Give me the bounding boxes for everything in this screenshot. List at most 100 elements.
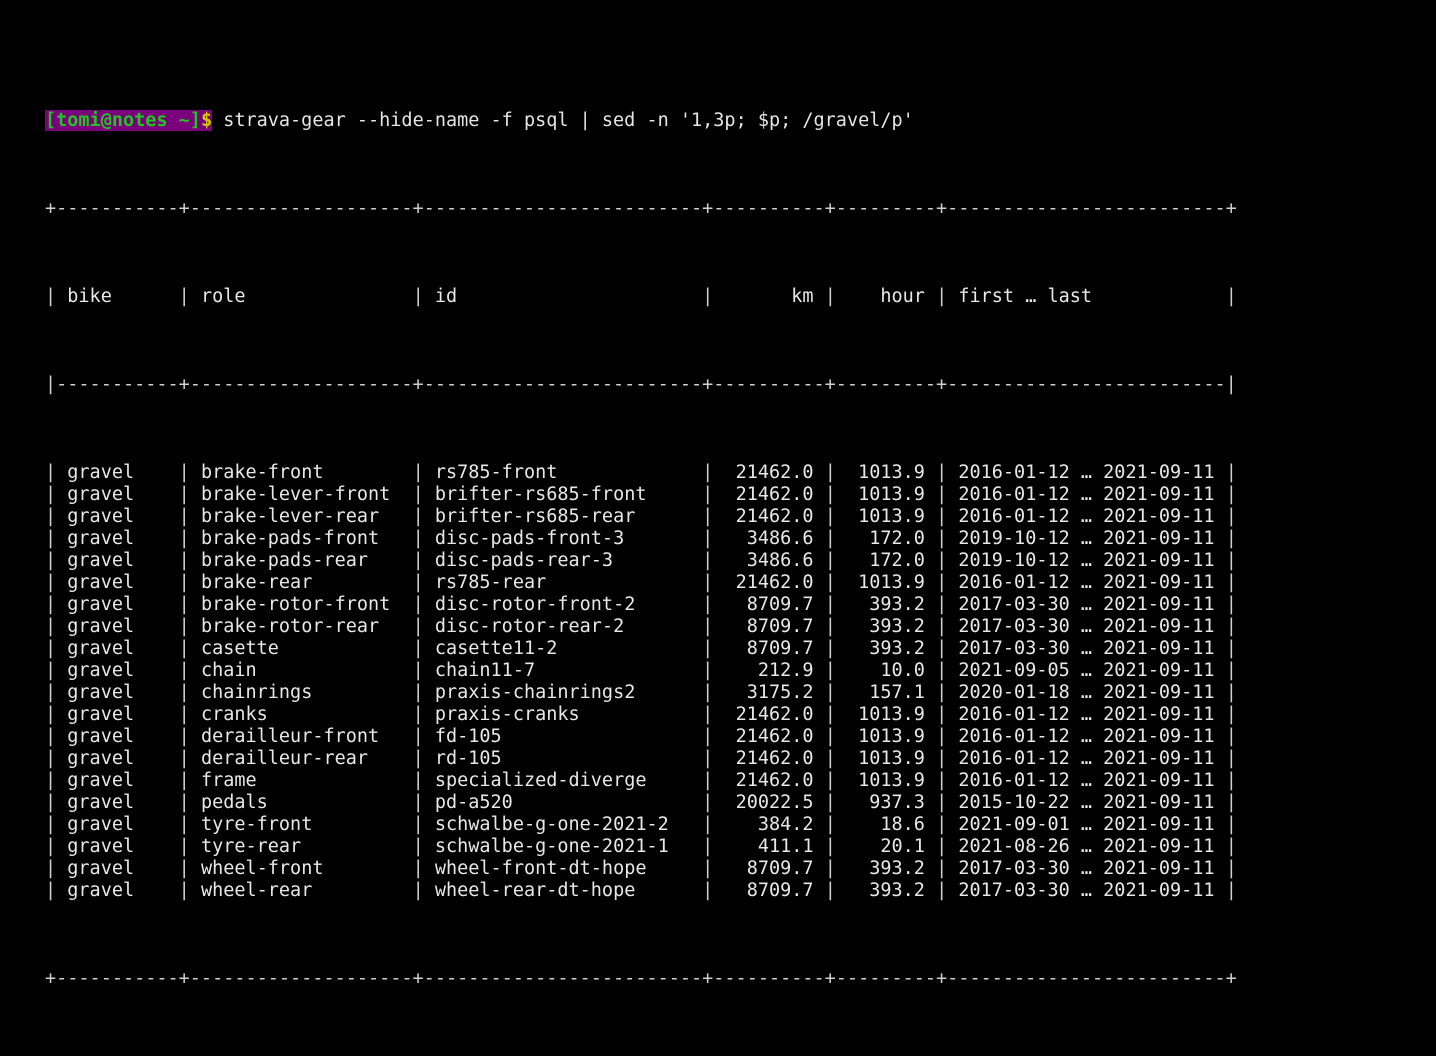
table-cell-role: wheel-rear <box>189 880 413 901</box>
table-cell-bike: gravel <box>56 550 179 571</box>
table-cell-bike: gravel <box>56 682 179 703</box>
table-cell-role: casette <box>189 638 413 659</box>
table-cell-role: brake-front <box>189 462 413 483</box>
table-row: | gravel | wheel-rear | wheel-rear-dt-ho… <box>45 880 1237 902</box>
table-cell-id: wheel-front-dt-hope <box>423 858 703 879</box>
column-separator: | <box>936 880 948 901</box>
column-separator: | <box>45 682 57 703</box>
column-separator: | <box>412 726 424 747</box>
table-cell-id: disc-pads-rear-3 <box>423 550 703 571</box>
table-bottom-border: +-----------+--------------------+------… <box>45 968 1237 989</box>
column-separator: | <box>45 528 57 549</box>
table-cell-bike: gravel <box>56 748 179 769</box>
column-separator: | <box>824 616 836 637</box>
column-separator: | <box>936 748 948 769</box>
table-body: | gravel | brake-front | rs785-front | 2… <box>45 462 1237 902</box>
table-cell-role: frame <box>189 770 413 791</box>
table-row: | gravel | wheel-front | wheel-front-dt-… <box>45 858 1237 880</box>
table-cell-hour: 1013.9 <box>835 704 937 725</box>
table-cell-bike: gravel <box>56 880 179 901</box>
table-cell-range: 2019-10-12 … 2021-09-11 <box>947 550 1226 571</box>
column-separator: | <box>412 462 424 483</box>
table-cell-km: 8709.7 <box>713 880 825 901</box>
table-cell-km: 21462.0 <box>713 572 825 593</box>
column-separator: | <box>178 528 190 549</box>
column-separator: | <box>1225 550 1237 571</box>
terminal-screen: [tomi@notes ~]$ strava-gear --hide-name … <box>45 44 1237 1056</box>
table-cell-range: 2021-09-01 … 2021-09-11 <box>947 814 1226 835</box>
table-cell-km: 3486.6 <box>713 550 825 571</box>
column-separator: | <box>178 506 190 527</box>
table-row: | gravel | brake-rotor-front | disc-roto… <box>45 594 1237 616</box>
column-separator: | <box>1225 484 1237 505</box>
table-cell-range: 2016-01-12 … 2021-09-11 <box>947 506 1226 527</box>
table-cell-bike: gravel <box>56 594 179 615</box>
column-separator: | <box>178 550 190 571</box>
column-separator: | <box>412 748 424 769</box>
table-cell-bike: gravel <box>56 836 179 857</box>
table-cell-hour: 1013.9 <box>835 770 937 791</box>
column-separator: | <box>178 880 190 901</box>
column-separator: | <box>824 880 836 901</box>
table-row: | gravel | frame | specialized-diverge |… <box>45 770 1237 792</box>
table-cell-range: 2021-09-05 … 2021-09-11 <box>947 660 1226 681</box>
column-separator: | <box>936 726 948 747</box>
column-separator: | <box>936 484 948 505</box>
column-separator: | <box>702 682 714 703</box>
column-separator: | <box>178 726 190 747</box>
table-cell-hour: 157.1 <box>835 682 937 703</box>
table-cell-role: brake-rear <box>189 572 413 593</box>
column-separator: | <box>178 836 190 857</box>
column-separator: | <box>45 484 57 505</box>
table-cell-hour: 172.0 <box>835 528 937 549</box>
column-separator: | <box>178 462 190 483</box>
column-separator: | <box>412 836 424 857</box>
column-separator: | <box>412 594 424 615</box>
table-cell-id: disc-rotor-rear-2 <box>423 616 703 637</box>
table-row: | gravel | brake-lever-rear | brifter-rs… <box>45 506 1237 528</box>
column-separator: | <box>412 814 424 835</box>
column-separator: | <box>824 682 836 703</box>
column-separator: | <box>1225 814 1237 835</box>
column-separator: | <box>702 638 714 659</box>
column-separator: | <box>936 616 948 637</box>
table-cell-id: specialized-diverge <box>423 770 703 791</box>
table-cell-km: 21462.0 <box>713 506 825 527</box>
table-cell-range: 2016-01-12 … 2021-09-11 <box>947 726 1226 747</box>
command-string: strava-gear --hide-name -f psql | sed -n… <box>223 110 914 131</box>
table-cell-bike: gravel <box>56 528 179 549</box>
table-cell-km: 3175.2 <box>713 682 825 703</box>
table-cell-role: brake-pads-rear <box>189 550 413 571</box>
table-cell-role: derailleur-rear <box>189 748 413 769</box>
column-separator: | <box>1225 748 1237 769</box>
table-cell-bike: gravel <box>56 638 179 659</box>
table-cell-role: wheel-front <box>189 858 413 879</box>
column-separator: | <box>178 572 190 593</box>
table-cell-range: 2017-03-30 … 2021-09-11 <box>947 616 1226 637</box>
table-row: | gravel | derailleur-front | fd-105 | 2… <box>45 726 1237 748</box>
column-separator: | <box>702 880 714 901</box>
column-separator: | <box>1225 726 1237 747</box>
terminal-window[interactable]: [tomi@notes ~]$ strava-gear --hide-name … <box>0 0 1436 989</box>
column-separator: | <box>702 286 714 307</box>
column-separator: | <box>702 528 714 549</box>
column-separator: | <box>936 792 948 813</box>
table-cell-role: cranks <box>189 704 413 725</box>
column-separator: | <box>936 506 948 527</box>
column-separator: | <box>936 550 948 571</box>
table-cell-range: 2016-01-12 … 2021-09-11 <box>947 462 1226 483</box>
column-separator: | <box>178 594 190 615</box>
command-text[interactable]: strava-gear --hide-name -f psql | sed -n… <box>212 110 914 131</box>
table-cell-hour: 393.2 <box>835 594 937 615</box>
table-cell-role: brake-rotor-rear <box>189 616 413 637</box>
column-separator: | <box>702 550 714 571</box>
table-cell-id: rs785-rear <box>423 572 703 593</box>
table-cell-km: 21462.0 <box>713 748 825 769</box>
column-separator: | <box>1225 682 1237 703</box>
column-separator: | <box>824 484 836 505</box>
column-separator: | <box>824 660 836 681</box>
column-separator: | <box>412 704 424 725</box>
column-separator: | <box>702 858 714 879</box>
column-separator: | <box>936 704 948 725</box>
table-cell-range: 2017-03-30 … 2021-09-11 <box>947 594 1226 615</box>
